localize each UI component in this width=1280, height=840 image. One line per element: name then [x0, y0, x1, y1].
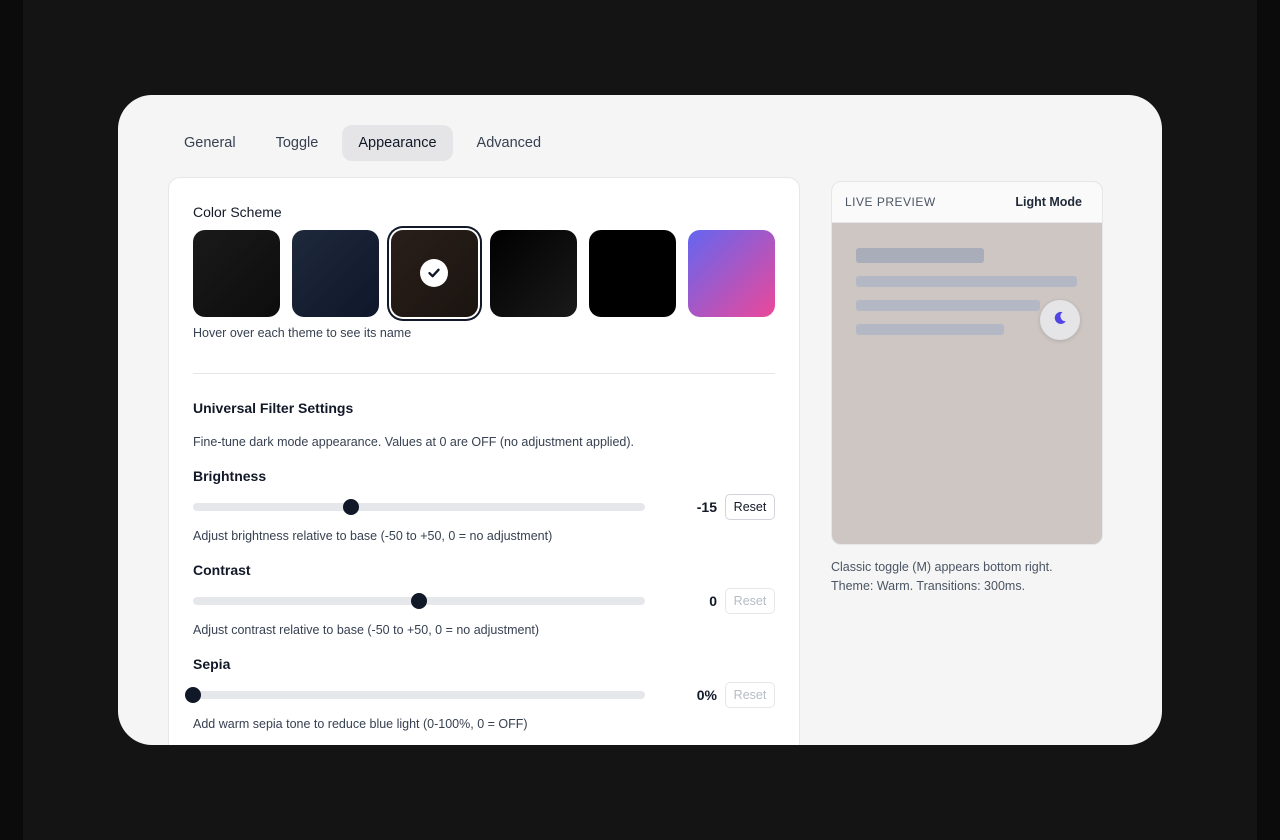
- contrast-reset-button[interactable]: Reset: [725, 588, 775, 614]
- appearance-card: Color Scheme Hover over each theme to se…: [168, 177, 800, 745]
- tab-advanced[interactable]: Advanced: [461, 125, 558, 161]
- theme-swatch-1[interactable]: [193, 230, 280, 317]
- theme-swatch-5[interactable]: [589, 230, 676, 317]
- preview-caption-line-1: Classic toggle (M) appears bottom right.: [831, 560, 1053, 574]
- color-scheme-title: Color Scheme: [193, 204, 282, 220]
- moon-icon: [1052, 310, 1068, 331]
- sepia-value: 0%: [696, 687, 717, 703]
- brightness-reset-button[interactable]: Reset: [725, 494, 775, 520]
- brightness-help: Adjust brightness relative to base (-50 …: [193, 529, 553, 543]
- brightness-slider[interactable]: [193, 499, 645, 515]
- tab-general[interactable]: General: [168, 125, 252, 161]
- tab-bar: General Toggle Appearance Advanced: [168, 125, 557, 161]
- divider: [193, 373, 775, 374]
- sepia-help: Add warm sepia tone to reduce blue light…: [193, 717, 528, 731]
- sepia-slider[interactable]: [185, 687, 645, 703]
- sepia-label: Sepia: [193, 656, 231, 672]
- contrast-slider-thumb[interactable]: [411, 593, 427, 609]
- sepia-reset-button[interactable]: Reset: [725, 682, 775, 708]
- preview-heading-placeholder: [856, 248, 984, 263]
- theme-swatch-4[interactable]: [490, 230, 577, 317]
- live-preview-header: LIVE PREVIEW Light Mode: [832, 182, 1102, 223]
- preview-caption-line-2: Theme: Warm. Transitions: 300ms.: [831, 579, 1026, 593]
- preview-mode-label: Light Mode: [1015, 195, 1082, 209]
- contrast-label: Contrast: [193, 562, 251, 578]
- brightness-value: -15: [696, 499, 717, 515]
- theme-swatch-3[interactable]: [391, 230, 478, 317]
- live-preview: LIVE PREVIEW Light Mode: [831, 181, 1103, 545]
- contrast-help: Adjust contrast relative to base (-50 to…: [193, 623, 540, 637]
- preview-text-placeholder: [856, 276, 1077, 287]
- dark-mode-toggle-button[interactable]: [1040, 300, 1080, 340]
- theme-swatch-6[interactable]: [688, 230, 775, 317]
- check-icon: [420, 259, 448, 287]
- tab-appearance[interactable]: Appearance: [342, 125, 453, 161]
- preview-caption: Classic toggle (M) appears bottom right.…: [831, 558, 1053, 596]
- brightness-slider-thumb[interactable]: [343, 499, 360, 515]
- sepia-slider-thumb[interactable]: [185, 687, 201, 703]
- brightness-label: Brightness: [193, 468, 267, 484]
- color-scheme-hint: Hover over each theme to see its name: [193, 326, 412, 340]
- preview-text-placeholder: [856, 300, 1040, 311]
- settings-panel: General Toggle Appearance Advanced Color…: [118, 95, 1162, 745]
- contrast-slider[interactable]: [193, 593, 645, 609]
- contrast-value: 0: [709, 593, 717, 609]
- tab-toggle[interactable]: Toggle: [260, 125, 335, 161]
- live-preview-title: LIVE PREVIEW: [845, 195, 936, 209]
- theme-swatch-2[interactable]: [292, 230, 379, 317]
- filter-settings-description: Fine-tune dark mode appearance. Values a…: [193, 435, 634, 449]
- preview-text-placeholder: [856, 324, 1004, 335]
- filter-settings-title: Universal Filter Settings: [193, 400, 354, 416]
